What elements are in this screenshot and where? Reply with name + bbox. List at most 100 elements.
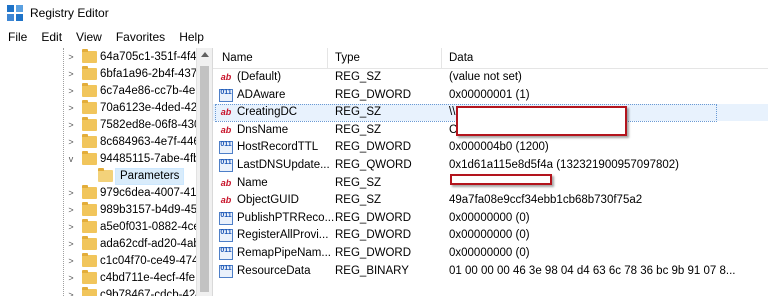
value-data: 0x00000000 (0) [449, 229, 530, 242]
menu-favorites[interactable]: Favorites [109, 30, 172, 44]
key-tree[interactable]: >64a705c1-351f-4f47 >6bfa1a96-2b4f-437 >6c… [0, 48, 213, 296]
scroll-up-icon[interactable] [201, 52, 209, 57]
tree-item[interactable]: >979c6dea-4007-41a [0, 185, 203, 202]
folder-icon [82, 100, 97, 114]
tree-item[interactable]: v 94485115-7abe-4fb [0, 151, 200, 168]
chevron-right-icon[interactable]: > [66, 66, 76, 83]
tree-item[interactable]: > c1c04f70-ce49-474 [0, 253, 200, 270]
value-type: REG_SZ [335, 123, 382, 136]
tree-item-label: c1c04f70-ce49-474 [100, 255, 199, 267]
column-name-header[interactable]: Name [222, 52, 253, 64]
chevron-right-icon[interactable]: > [66, 100, 76, 117]
chevron-right-icon[interactable]: > [66, 270, 76, 287]
chevron-right-icon[interactable]: > [66, 49, 76, 66]
value-name: ObjectGUID [237, 194, 299, 207]
column-data-header[interactable]: Data [449, 52, 473, 64]
chevron-right-icon[interactable]: > [66, 117, 76, 134]
tree-item[interactable]: Parameters [0, 168, 200, 185]
value-row[interactable]: 011 HostRecordTTL REG_DWORD 0x000004b0 (120… [213, 139, 768, 156]
binary-value-icon: 011 [219, 141, 233, 155]
chevron-right-icon[interactable]: > [66, 219, 76, 236]
column-separator[interactable] [327, 48, 328, 68]
value-type: REG_DWORD [335, 88, 412, 101]
chevron-right-icon[interactable]: > [66, 236, 76, 253]
tree-item[interactable]: >6bfa1a96-2b4f-437 [0, 66, 200, 83]
redaction-box [456, 106, 627, 136]
window-title: Registry Editor [30, 6, 109, 20]
tree-item[interactable]: > c9b78467-cdcb-424 [0, 287, 202, 296]
chevron-right-icon[interactable]: > [66, 253, 76, 270]
tree-item[interactable]: >7582ed8e-06f8-430 [0, 117, 200, 134]
value-type: REG_SZ [335, 106, 382, 119]
tree-item-label: 989b3157-b4d9-45 [100, 204, 198, 216]
value-row[interactable]: 011 PublishPTRReco... REG_DWORD 0x00000000 … [213, 210, 768, 227]
chevron-right-icon[interactable]: > [66, 134, 76, 151]
menu-edit[interactable]: Edit [34, 30, 69, 44]
folder-icon [82, 270, 97, 284]
folder-icon [82, 117, 97, 131]
column-type-header[interactable]: Type [335, 52, 360, 64]
tree-item-label: a5e0f031-0882-4ce [100, 221, 200, 233]
tree-item-label: 70a6123e-4ded-42c [100, 102, 203, 114]
scroll-thumb[interactable] [200, 66, 209, 292]
value-data: 0x000004b0 (1200) [449, 141, 549, 154]
menu-file[interactable]: File [0, 30, 34, 44]
value-row[interactable]: 011 RegisterAllProvi... REG_DWORD 0x0000000… [213, 227, 768, 244]
binary-value-icon: 011 [219, 264, 233, 278]
chevron-right-icon[interactable]: > [66, 185, 76, 202]
tree-item[interactable]: > a5e0f031-0882-4ce [0, 219, 200, 236]
value-name: DnsName [237, 123, 289, 136]
tree-scrollbar[interactable] [196, 48, 212, 296]
tree-item-label: 7582ed8e-06f8-430 [100, 119, 201, 131]
value-row[interactable]: 011 ResourceData REG_BINARY 01 00 00 00 46 … [213, 263, 768, 280]
value-data: 0x00000000 (0) [449, 211, 530, 224]
string-value-icon: ab [220, 72, 232, 82]
value-data: \\ [449, 106, 456, 119]
chevron-right-icon[interactable]: > [66, 202, 76, 219]
string-value-icon: ab [220, 177, 232, 188]
value-type: REG_DWORD [335, 229, 412, 242]
value-type: REG_BINARY [335, 264, 409, 277]
menu-view[interactable]: View [69, 30, 109, 44]
value-row[interactable]: 011 ADAware REG_DWORD 0x00000001 (1) [213, 87, 768, 104]
tree-item[interactable]: >70a6123e-4ded-42c [0, 100, 203, 117]
value-name: RegisterAllProvi... [237, 229, 329, 242]
string-value-icon: ab [220, 107, 232, 118]
value-row[interactable]: ab (Default) REG_SZ (value not set) [213, 69, 768, 86]
tree-item-label: c9b78467-cdcb-424 [100, 289, 202, 296]
tree-item[interactable]: >8c684963-4e7f-446 [0, 134, 200, 151]
folder-icon [82, 83, 97, 97]
chevron-right-icon[interactable]: > [66, 287, 76, 296]
values-list[interactable]: Name Type Data ab (Default) REG_SZ (value n… [213, 48, 768, 296]
tree-item[interactable]: >989b3157-b4d9-45 [0, 202, 200, 219]
value-type: REG_DWORD [335, 211, 412, 224]
value-type: REG_DWORD [335, 141, 412, 154]
value-data: 49a7fa08e9ccf34ebb1cb68b730f75a2 [449, 194, 643, 207]
tree-item-label: c4bd711e-4ecf-4fe [100, 272, 196, 284]
value-data: 0x00000000 (0) [449, 247, 530, 259]
value-row[interactable]: 011 RemapPipeNam... REG_DWORD 0x00000000 (0… [213, 245, 768, 262]
string-value-icon: ab [220, 124, 232, 135]
string-value-icon: ab [220, 195, 232, 206]
value-data: 0x1d61a115e8d5f4a (132321900957097802) [449, 159, 680, 171]
value-type: REG_SZ [335, 71, 382, 83]
tree-item[interactable]: >6c7a4e86-cc7b-4eb [0, 83, 202, 100]
column-separator[interactable] [441, 48, 442, 68]
value-data: (value not set) [449, 71, 522, 83]
chevron-right-icon[interactable]: > [66, 83, 76, 100]
tree-item[interactable]: >64a705c1-351f-4f47 [0, 49, 203, 66]
folder-icon [82, 134, 97, 148]
menu-help[interactable]: Help [172, 30, 211, 44]
binary-value-icon: 011 [219, 88, 233, 102]
tree-item-label: ada62cdf-ad20-4ab [100, 238, 200, 250]
value-row[interactable]: 011 LastDNSUpdate... REG_QWORD 0x1d61a115e8… [213, 157, 768, 174]
tree-item-label: 979c6dea-4007-41a [100, 187, 203, 199]
value-name: ADAware [237, 88, 286, 101]
tree-item[interactable]: > c4bd711e-4ecf-4fe [0, 270, 200, 287]
folder-icon [82, 236, 97, 250]
folder-icon [82, 219, 97, 233]
tree-item-label: 6c7a4e86-cc7b-4eb [100, 85, 202, 97]
tree-item[interactable]: > ada62cdf-ad20-4ab [0, 236, 200, 253]
value-row[interactable]: ab ObjectGUID REG_SZ 49a7fa08e9ccf34ebb1cb6… [213, 192, 768, 209]
chevron-down-icon[interactable]: v [66, 151, 76, 168]
